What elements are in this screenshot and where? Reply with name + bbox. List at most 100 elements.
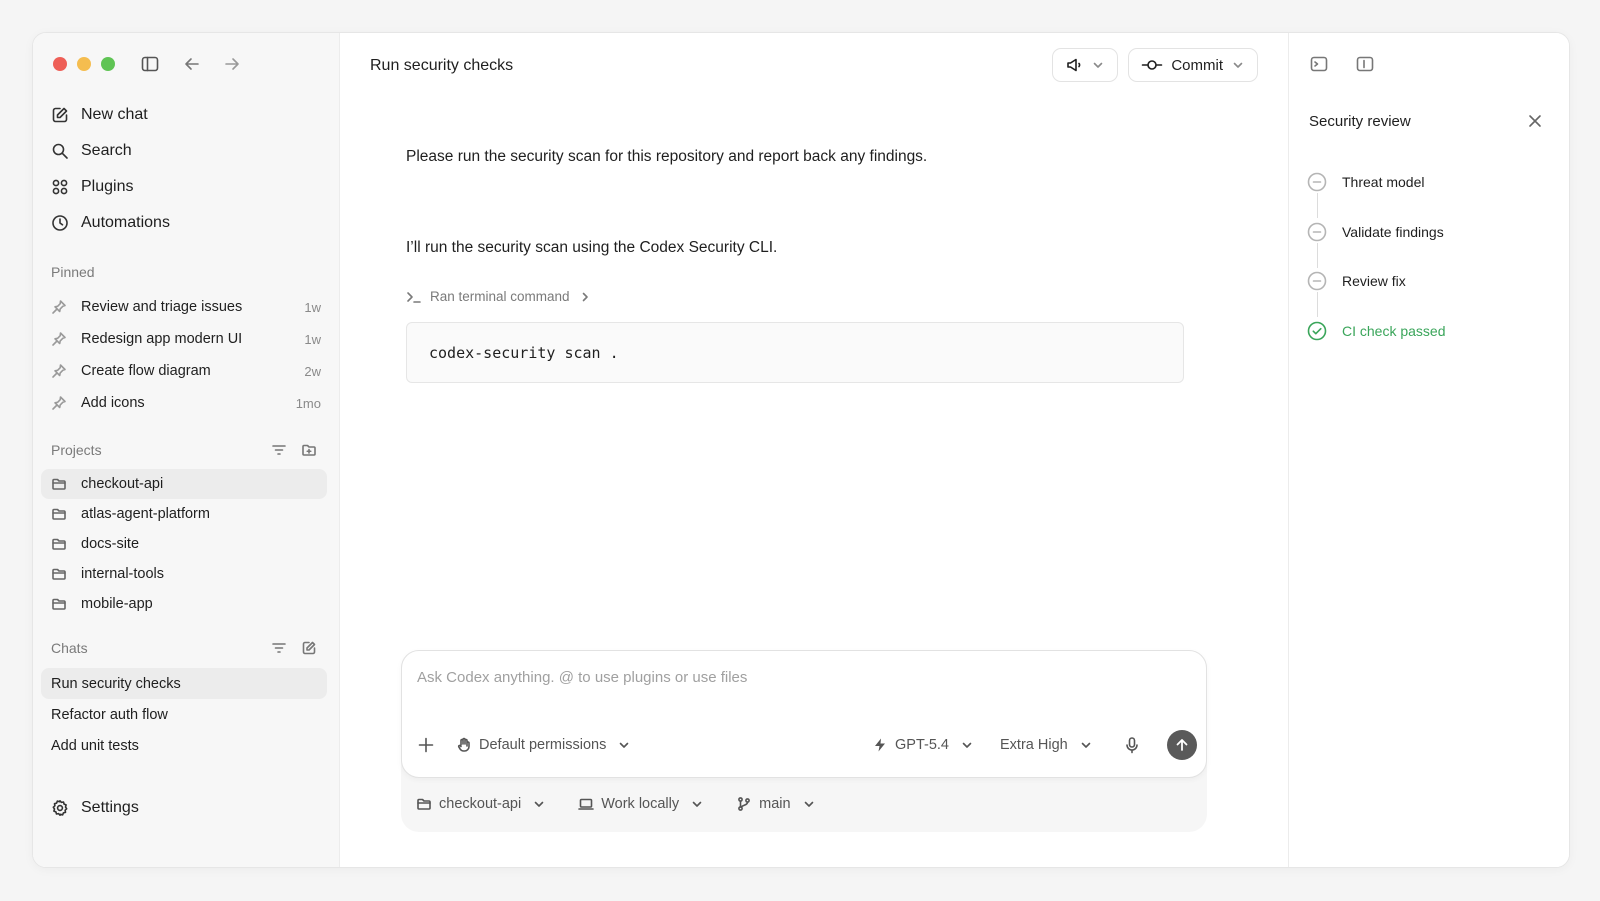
send-button[interactable] [1167,730,1197,760]
security-review-title: Security review [1309,113,1411,130]
permissions-dropdown[interactable]: Default permissions [456,737,631,753]
app-window: New chat Search Plugins Automations Pinn… [32,32,1570,868]
commit-button[interactable]: Commit [1128,48,1258,82]
project-dropdown[interactable]: checkout-api [416,796,546,812]
new-chat-button[interactable]: New chat [41,97,331,133]
project-label: checkout-api [81,476,164,492]
arrow-left-icon[interactable] [183,56,201,72]
chevron-down-icon [1091,58,1105,72]
microphone-button[interactable] [1124,736,1140,754]
review-step[interactable]: Threat model [1307,169,1446,218]
side-panel-icon[interactable] [1355,54,1375,74]
branch-dropdown[interactable]: main [736,796,815,812]
chat-item[interactable]: Run security checks [41,668,327,699]
projects-tools [271,442,317,458]
search-button[interactable]: Search [41,133,331,169]
effort-dropdown[interactable]: Extra High [1000,737,1093,753]
add-attachment-button[interactable] [417,736,435,754]
chevron-down-icon [960,738,974,752]
pinned-list: Review and triage issues 1w Redesign app… [41,291,321,419]
compose-icon[interactable] [301,640,317,656]
chevron-down-icon [1231,58,1245,72]
new-folder-icon[interactable] [301,442,317,458]
check-circle-icon [1307,321,1327,341]
chats-tools [271,640,317,656]
folder-icon [51,476,67,492]
chat-item[interactable]: Add unit tests [41,730,327,761]
model-dropdown[interactable]: GPT-5.4 [872,737,974,753]
plugins-label: Plugins [81,178,134,195]
location-dropdown[interactable]: Work locally [578,796,704,812]
location-label: Work locally [601,796,680,812]
pinned-heading-label: Pinned [51,264,95,280]
project-item[interactable]: atlas-agent-platform [41,499,327,529]
pinned-item-age: 1w [304,331,321,347]
main-panel: Run security checks Commit Please run th… [340,33,1288,867]
microphone-icon [1124,736,1140,754]
pin-icon [51,395,67,411]
composer-container: Default permissions GPT-5.4 [401,650,1207,832]
branch-label: main [759,796,791,812]
minimize-window-button[interactable] [77,57,91,71]
review-step[interactable]: Review fix [1307,268,1446,317]
plus-icon [417,736,435,754]
pinned-item[interactable]: Create flow diagram 2w [41,355,321,387]
composer: Default permissions GPT-5.4 [401,650,1207,778]
close-icon[interactable] [1527,113,1543,129]
model-label: GPT-5.4 [895,737,949,753]
composer-footer: checkout-api Work locally main [416,796,816,812]
gear-icon [51,799,69,817]
plugins-button[interactable]: Plugins [41,169,331,205]
chat-item[interactable]: Refactor auth flow [41,699,327,730]
settings-button[interactable]: Settings [51,799,139,817]
chat-label: Run security checks [51,675,181,692]
chevron-down-icon [1079,738,1093,752]
chevron-down-icon [690,797,704,811]
pending-step-icon [1307,222,1327,242]
pin-icon [51,363,67,379]
sidebar: New chat Search Plugins Automations Pinn… [33,33,340,867]
maximize-window-button[interactable] [101,57,115,71]
announce-button[interactable] [1052,48,1119,82]
close-window-button[interactable] [53,57,67,71]
composer-input[interactable] [417,669,1177,686]
search-label: Search [81,142,132,159]
pin-icon [51,299,67,315]
project-label: atlas-agent-platform [81,506,210,522]
terminal-panel-icon[interactable] [1309,54,1329,74]
new-chat-label: New chat [81,106,148,123]
project-item[interactable]: docs-site [41,529,327,559]
automations-button[interactable]: Automations [41,205,331,241]
new-chat-icon [51,106,69,124]
folder-icon [51,566,67,582]
folder-icon [51,596,67,612]
chevron-right-icon [578,290,592,304]
search-icon [51,142,69,160]
chevron-down-icon [802,797,816,811]
project-item[interactable]: checkout-api [41,469,327,499]
project-item[interactable]: mobile-app [41,589,327,619]
code-block: codex-security scan . [406,322,1184,383]
code-text: codex-security scan . [429,343,619,362]
ran-terminal-command-toggle[interactable]: Ran terminal command [406,289,592,304]
plugins-icon [51,178,69,196]
pinned-item[interactable]: Add icons 1mo [41,387,321,419]
folder-icon [416,796,432,812]
composer-toolbar: Default permissions GPT-5.4 Extra High [402,729,1206,761]
commit-icon [1141,56,1163,74]
project-item[interactable]: internal-tools [41,559,327,589]
review-step[interactable]: CI check passed [1307,318,1446,344]
pinned-item-label: Review and triage issues [81,299,243,315]
projects-heading-label: Projects [51,442,102,458]
pinned-item[interactable]: Review and triage issues 1w [41,291,321,323]
ran-command-label: Ran terminal command [430,289,570,304]
filter-icon[interactable] [271,640,287,656]
arrow-right-icon[interactable] [223,56,241,72]
pinned-item[interactable]: Redesign app modern UI 1w [41,323,321,355]
filter-icon[interactable] [271,442,287,458]
commit-label: Commit [1171,56,1223,74]
review-step[interactable]: Validate findings [1307,219,1446,268]
megaphone-icon [1065,56,1083,74]
lightning-icon [872,737,888,753]
sidebar-toggle-icon[interactable] [140,54,160,74]
